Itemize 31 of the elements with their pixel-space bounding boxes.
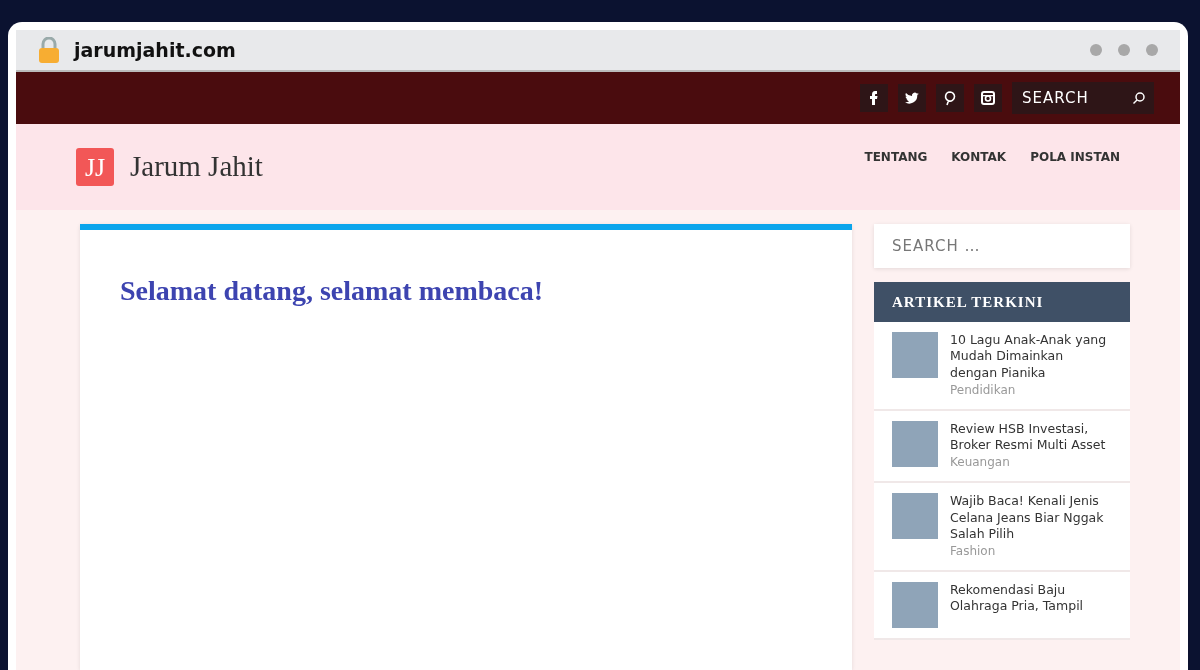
widget-title: ARTIKEL TERKINI	[874, 282, 1130, 322]
photo-placeholder	[892, 582, 938, 628]
article-category: Keuangan	[950, 454, 1011, 472]
article-category: Fashion	[950, 543, 997, 560]
window-dot	[1118, 44, 1130, 56]
article-category: Pendidikan	[950, 381, 1017, 399]
address-url[interactable]: jarumjahit.com	[74, 35, 236, 65]
padlock-icon	[38, 37, 60, 63]
search-icon	[1132, 91, 1146, 105]
article-link[interactable]: 10 Lagu Anak-Anak yang Mudah Dimainkan dengan Pianika	[950, 332, 1112, 381]
social-button[interactable]	[898, 84, 926, 112]
site-title[interactable]: Jarum Jahit	[130, 145, 263, 189]
nav-link[interactable]: KONTAK	[951, 148, 1007, 166]
article-link[interactable]: Review HSB Investasi, Broker Resmi Multi Asset	[950, 420, 1112, 454]
nav-link[interactable]: POLA INSTAN	[1030, 148, 1120, 166]
photo-placeholder	[892, 493, 938, 540]
search-field[interactable]: SEARCH …	[874, 224, 1130, 268]
page-heading: Selamat datang, selamat membaca!	[120, 274, 545, 308]
search-button[interactable]	[1124, 82, 1154, 114]
search-field[interactable]: SEARCH	[1012, 82, 1124, 114]
social-button[interactable]	[974, 84, 1002, 112]
article-link[interactable]: Wajib Baca! Kenali Jenis Celana Jeans Biar Nggak Salah Pilih	[950, 493, 1112, 542]
camera-icon	[980, 90, 996, 106]
social-button[interactable]	[860, 84, 888, 112]
nav-link[interactable]: TENTANG	[864, 148, 928, 166]
social-button[interactable]	[936, 84, 964, 112]
bird-icon	[904, 90, 920, 106]
window-dot	[1146, 44, 1158, 56]
photo-placeholder	[892, 332, 938, 378]
window-dot	[1090, 44, 1102, 56]
photo-placeholder	[892, 420, 938, 467]
